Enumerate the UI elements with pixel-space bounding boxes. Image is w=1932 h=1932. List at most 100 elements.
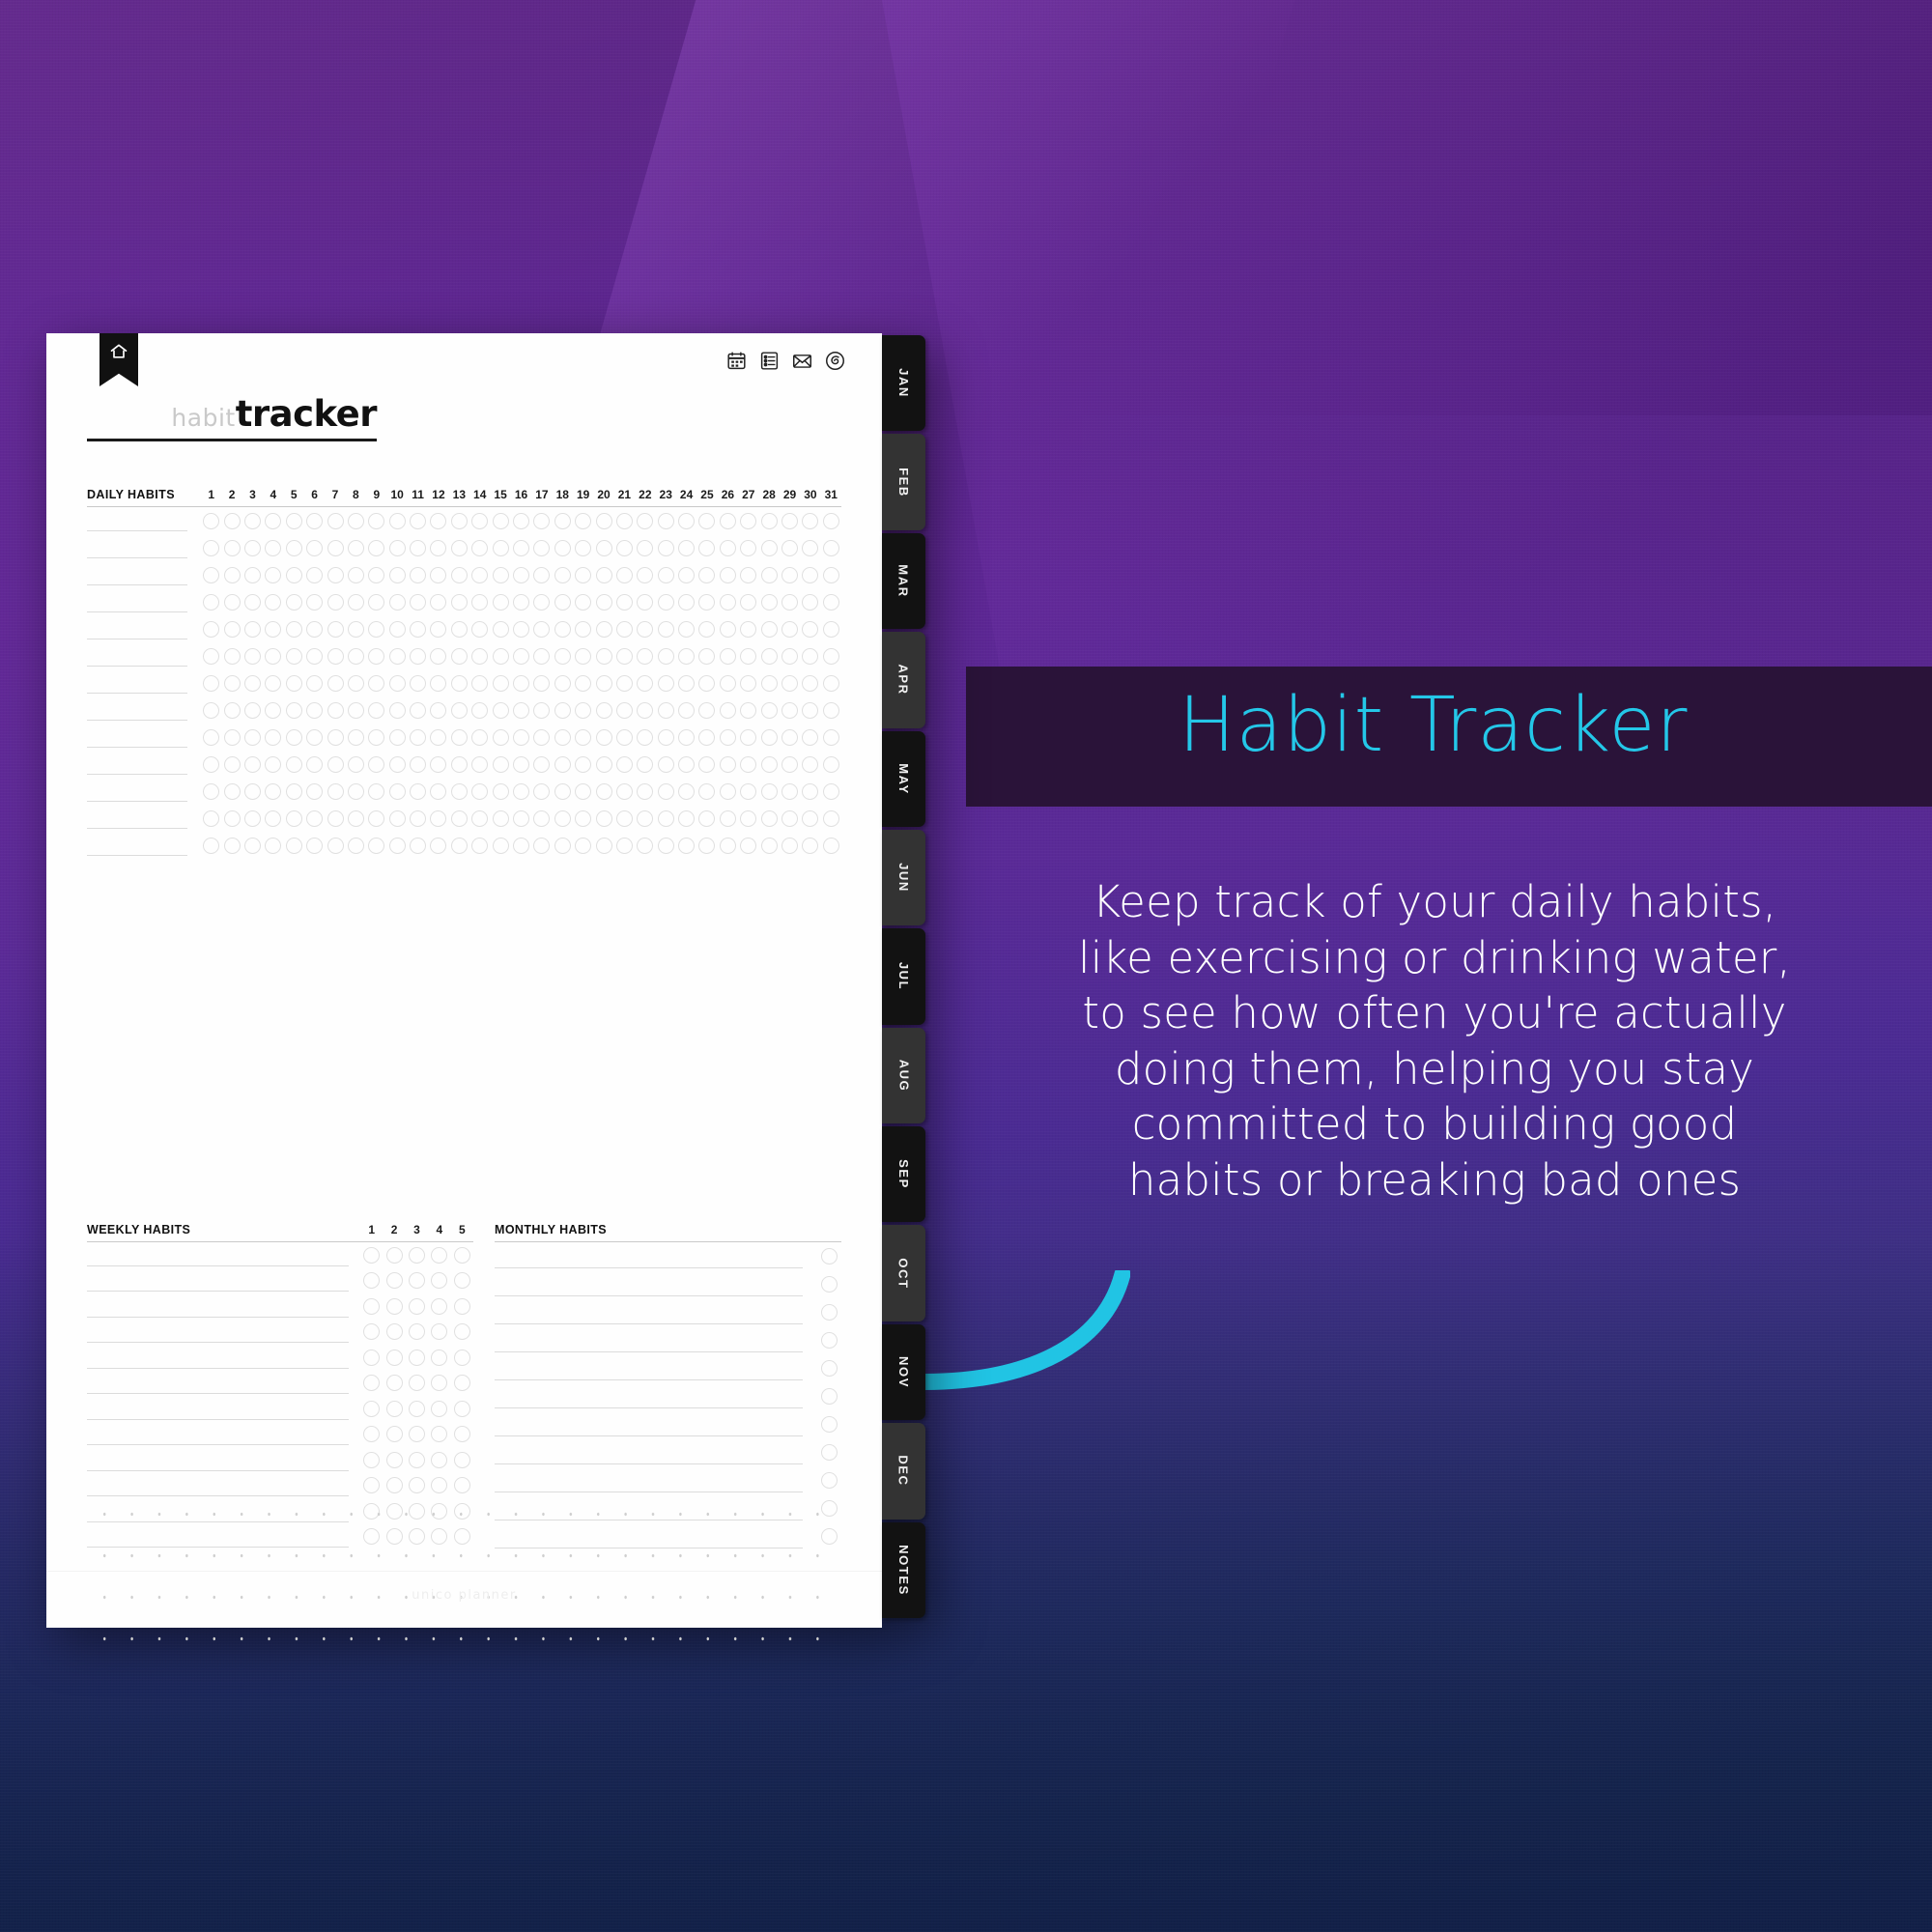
daily-checkbox[interactable] (243, 782, 261, 800)
daily-checkbox[interactable] (410, 701, 427, 719)
daily-checkbox[interactable] (719, 620, 736, 638)
daily-checkbox[interactable] (327, 728, 344, 746)
daily-checkbox[interactable] (533, 566, 551, 583)
daily-checkbox[interactable] (306, 593, 324, 611)
daily-checkbox[interactable] (430, 566, 447, 583)
daily-checkbox[interactable] (822, 755, 839, 773)
daily-checkbox[interactable] (203, 647, 220, 665)
daily-checkbox[interactable] (223, 539, 241, 556)
daily-checkbox[interactable] (637, 701, 654, 719)
daily-checkbox[interactable] (471, 539, 489, 556)
daily-checkbox[interactable] (306, 837, 324, 854)
daily-checkbox[interactable] (595, 647, 612, 665)
daily-checkbox[interactable] (430, 539, 447, 556)
daily-checkbox[interactable] (471, 620, 489, 638)
daily-checkbox[interactable] (637, 512, 654, 529)
weekly-checkbox[interactable] (363, 1400, 381, 1417)
daily-checkbox[interactable] (203, 701, 220, 719)
daily-checkbox[interactable] (223, 512, 241, 529)
daily-checkbox[interactable] (637, 755, 654, 773)
daily-checkbox[interactable] (347, 674, 364, 692)
monthly-checkbox[interactable] (820, 1248, 838, 1264)
daily-checkbox[interactable] (471, 701, 489, 719)
daily-habit-name-input[interactable] (87, 778, 201, 805)
daily-checkbox[interactable] (306, 701, 324, 719)
daily-checkbox[interactable] (368, 701, 385, 719)
weekly-checkbox[interactable] (431, 1272, 448, 1290)
daily-checkbox[interactable] (740, 647, 757, 665)
daily-checkbox[interactable] (554, 837, 571, 854)
daily-checkbox[interactable] (822, 782, 839, 800)
daily-checkbox[interactable] (698, 701, 716, 719)
daily-checkbox[interactable] (285, 620, 302, 638)
daily-checkbox[interactable] (802, 701, 819, 719)
daily-checkbox[interactable] (265, 810, 282, 827)
daily-checkbox[interactable] (740, 593, 757, 611)
daily-checkbox[interactable] (719, 728, 736, 746)
month-tab-nov[interactable]: NOV (882, 1323, 925, 1421)
month-tab-aug[interactable]: AUG (882, 1027, 925, 1124)
daily-checkbox[interactable] (657, 512, 674, 529)
monthly-habit-name-input[interactable] (495, 1354, 816, 1382)
daily-checkbox[interactable] (802, 782, 819, 800)
daily-checkbox[interactable] (678, 782, 696, 800)
weekly-habit-name-input[interactable] (87, 1320, 360, 1346)
daily-checkbox[interactable] (760, 810, 778, 827)
daily-checkbox[interactable] (203, 782, 220, 800)
checklist-icon[interactable] (759, 351, 780, 371)
daily-checkbox[interactable] (760, 755, 778, 773)
daily-checkbox[interactable] (554, 674, 571, 692)
daily-checkbox[interactable] (388, 701, 406, 719)
daily-checkbox[interactable] (410, 837, 427, 854)
daily-checkbox[interactable] (347, 837, 364, 854)
daily-checkbox[interactable] (678, 647, 696, 665)
daily-checkbox[interactable] (347, 620, 364, 638)
daily-checkbox[interactable] (575, 674, 592, 692)
daily-checkbox[interactable] (740, 728, 757, 746)
daily-checkbox[interactable] (615, 837, 633, 854)
daily-checkbox[interactable] (306, 674, 324, 692)
daily-habit-name-input[interactable] (87, 751, 201, 778)
daily-checkbox[interactable] (802, 674, 819, 692)
daily-checkbox[interactable] (327, 755, 344, 773)
daily-checkbox[interactable] (327, 593, 344, 611)
daily-checkbox[interactable] (368, 512, 385, 529)
weekly-habit-name-input[interactable] (87, 1242, 360, 1268)
daily-checkbox[interactable] (595, 701, 612, 719)
daily-checkbox[interactable] (492, 728, 509, 746)
daily-checkbox[interactable] (347, 728, 364, 746)
monthly-habit-name-input[interactable] (495, 1326, 816, 1354)
daily-checkbox[interactable] (243, 539, 261, 556)
daily-checkbox[interactable] (554, 512, 571, 529)
monthly-checkbox[interactable] (820, 1304, 838, 1321)
daily-checkbox[interactable] (533, 674, 551, 692)
weekly-checkbox[interactable] (453, 1297, 470, 1315)
daily-checkbox[interactable] (265, 837, 282, 854)
daily-checkbox[interactable] (781, 620, 799, 638)
daily-checkbox[interactable] (285, 701, 302, 719)
daily-checkbox[interactable] (450, 620, 468, 638)
daily-checkbox[interactable] (533, 728, 551, 746)
daily-checkbox[interactable] (223, 674, 241, 692)
daily-checkbox[interactable] (327, 701, 344, 719)
daily-checkbox[interactable] (388, 782, 406, 800)
daily-checkbox[interactable] (740, 810, 757, 827)
daily-checkbox[interactable] (822, 539, 839, 556)
daily-checkbox[interactable] (678, 674, 696, 692)
month-tab-dec[interactable]: DEC (882, 1423, 925, 1520)
weekly-checkbox[interactable] (453, 1272, 470, 1290)
daily-checkbox[interactable] (554, 566, 571, 583)
daily-checkbox[interactable] (203, 566, 220, 583)
weekly-checkbox[interactable] (363, 1246, 381, 1264)
daily-checkbox[interactable] (781, 701, 799, 719)
daily-checkbox[interactable] (512, 701, 529, 719)
daily-checkbox[interactable] (388, 593, 406, 611)
daily-checkbox[interactable] (243, 728, 261, 746)
daily-checkbox[interactable] (203, 512, 220, 529)
daily-checkbox[interactable] (719, 566, 736, 583)
daily-checkbox[interactable] (719, 810, 736, 827)
daily-checkbox[interactable] (327, 566, 344, 583)
daily-checkbox[interactable] (760, 701, 778, 719)
daily-checkbox[interactable] (492, 810, 509, 827)
daily-checkbox[interactable] (595, 512, 612, 529)
